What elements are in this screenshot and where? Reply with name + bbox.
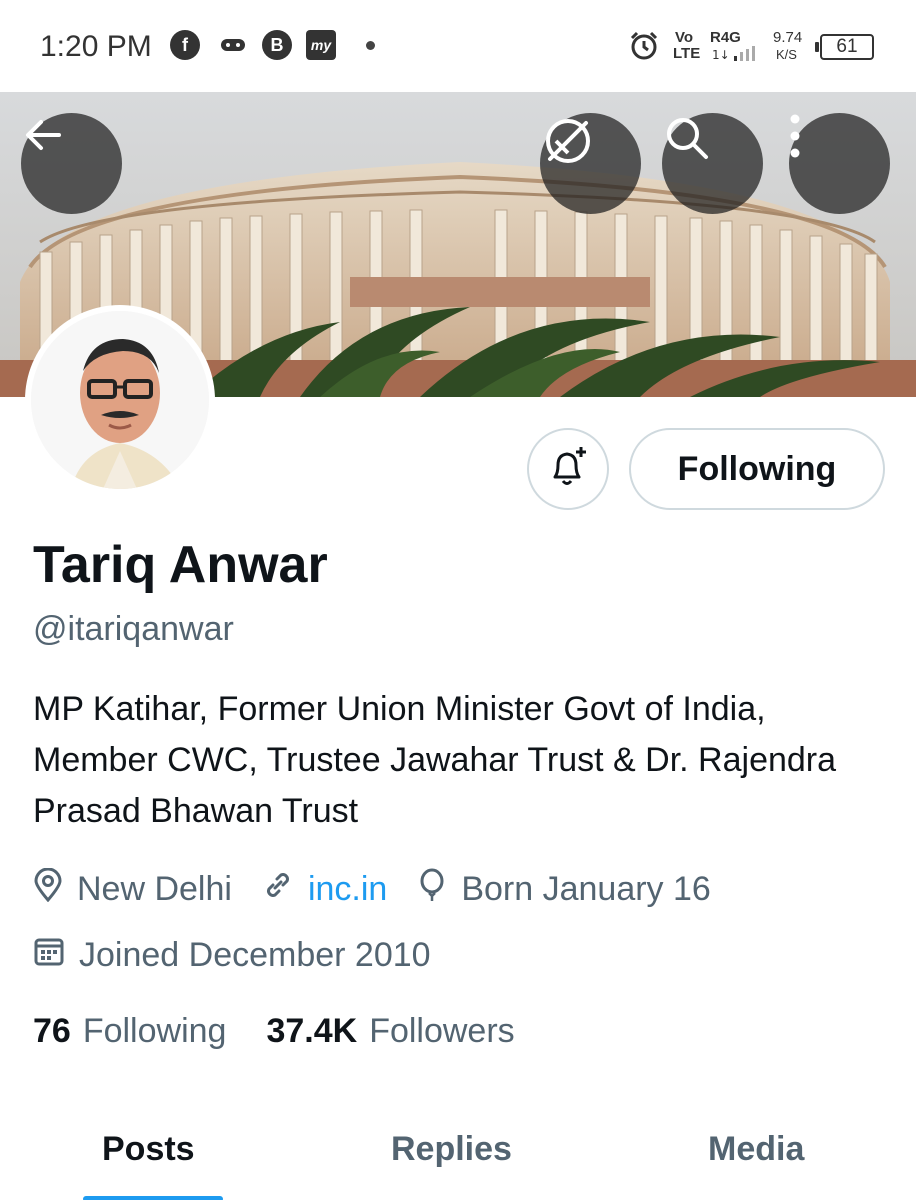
gamepad-icon <box>218 30 248 60</box>
followers-number: 37.4K <box>266 1012 358 1050</box>
location: New Delhi <box>33 867 232 911</box>
speed-unit: K/S <box>776 47 797 62</box>
alarm-icon <box>628 30 660 67</box>
notifications-button[interactable] <box>527 428 609 510</box>
facebook-icon: f <box>170 30 200 60</box>
profile-meta-row-1: New Delhi inc.in Born January 16 <box>33 864 741 914</box>
joined-text: Joined December 2010 <box>79 935 431 974</box>
location-text: New Delhi <box>77 869 232 908</box>
avatar[interactable] <box>25 305 215 495</box>
tab-media[interactable]: Media <box>708 1130 804 1169</box>
follow-counts: 76 Following 37.4K Followers <box>33 1012 555 1051</box>
following-button[interactable]: Following <box>629 428 885 510</box>
bell-plus-icon <box>546 445 590 494</box>
website-link[interactable]: inc.in <box>308 870 387 909</box>
tab-replies[interactable]: Replies <box>391 1130 512 1169</box>
website[interactable]: inc.in <box>262 869 387 910</box>
profile-meta-row-2: Joined December 2010 <box>33 930 461 980</box>
more-button[interactable] <box>789 113 890 214</box>
following-number: 76 <box>33 1012 71 1050</box>
birthday-text: Born January 16 <box>461 869 711 908</box>
avatar-image <box>31 311 209 489</box>
network-lte: LTE <box>673 45 701 62</box>
profile-tabs: Posts Replies Media <box>0 1090 916 1200</box>
status-time: 1:20 PM <box>40 30 152 63</box>
speed-value: 9.74 <box>773 29 803 46</box>
following-label: Following <box>82 1012 227 1050</box>
network-vo: Vo <box>675 29 694 46</box>
link-icon <box>262 869 308 910</box>
birthday: Born January 16 <box>417 868 711 911</box>
profile-name: Tariq Anwar <box>33 536 328 594</box>
notification-dot <box>366 41 375 50</box>
back-button[interactable] <box>21 113 122 214</box>
status-bar: 1:20 PM f B my Vo LTE R4G 1↓ 9.74 K/S 61 <box>0 0 916 92</box>
calendar-icon <box>33 935 79 976</box>
svg-text:1↓: 1↓ <box>712 48 730 62</box>
signal-icon: 1↓ <box>712 46 762 67</box>
followers-count[interactable]: 37.4K Followers <box>266 1012 514 1051</box>
followers-label: Followers <box>369 1012 515 1050</box>
no-sync-button[interactable] <box>540 113 641 214</box>
battery-indicator: 61 <box>815 34 874 60</box>
following-count[interactable]: 76 Following <box>33 1012 226 1051</box>
b-app-icon: B <box>262 30 292 60</box>
active-tab-indicator <box>83 1196 223 1200</box>
search-button[interactable] <box>662 113 763 214</box>
profile-bio: MP Katihar, Former Union Minister Govt o… <box>33 690 837 830</box>
location-pin-icon <box>33 867 77 911</box>
joined: Joined December 2010 <box>33 935 431 976</box>
balloon-icon <box>417 868 461 911</box>
my-app-icon: my <box>306 30 336 60</box>
tab-posts[interactable]: Posts <box>102 1130 195 1169</box>
profile-handle: @itariqanwar <box>33 610 234 648</box>
network-r4g: R4G <box>710 29 741 46</box>
